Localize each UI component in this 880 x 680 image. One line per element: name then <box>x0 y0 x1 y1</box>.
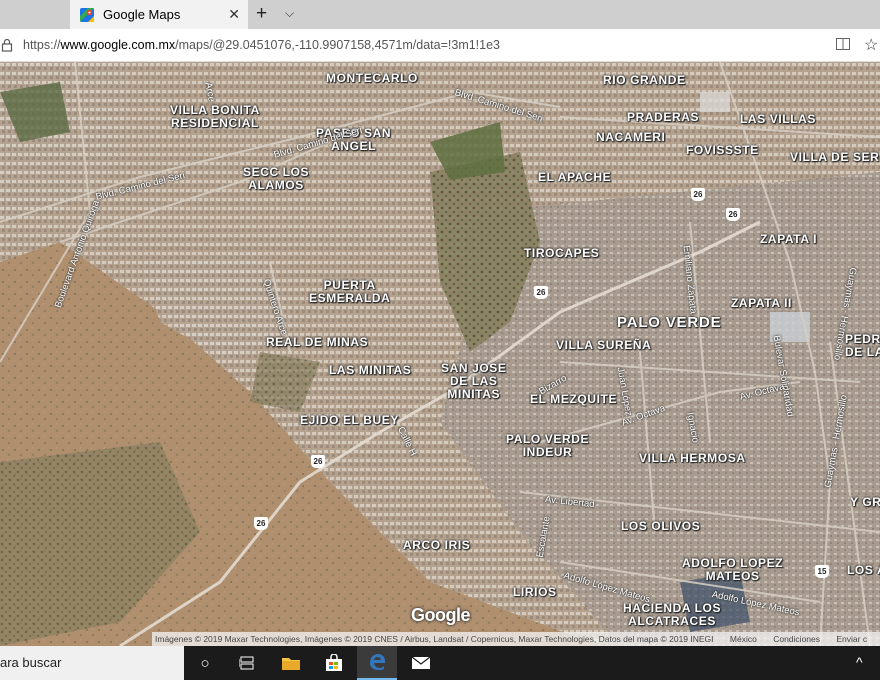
close-tab-icon[interactable]: ✕ <box>228 6 240 23</box>
highway-shield-15: 15 <box>815 565 829 578</box>
google-logo: Google <box>411 605 471 625</box>
url-path: /maps/@29.0451076,-110.9907158,4571m/dat… <box>175 38 501 52</box>
favorite-star-icon[interactable]: ☆ <box>864 35 878 55</box>
highway-shield-26: 26 <box>726 208 740 221</box>
label-palo-verde: PALO VERDE <box>617 314 722 331</box>
tab-list-chevron-icon[interactable]: ⌵ <box>285 6 294 21</box>
google-maps-icon <box>79 7 95 23</box>
address-bar[interactable]: https://www.google.com.mx/maps/@29.04510… <box>0 29 880 62</box>
new-tab-button[interactable]: + <box>256 3 267 25</box>
label-zapata-i: ZAPATA I <box>760 232 818 246</box>
label-hacienda-los-alcatraces: HACIENDA LOS ALCATRACES <box>623 601 722 628</box>
task-view-timeline-icon[interactable] <box>227 646 267 680</box>
task-view-icon[interactable]: ○ <box>185 646 225 680</box>
label-lirios: LIRIOS <box>513 585 557 599</box>
tab-title: Google Maps <box>103 7 181 22</box>
mail-icon[interactable] <box>401 646 441 680</box>
highway-shield-26: 26 <box>254 517 268 530</box>
microsoft-store-icon[interactable] <box>314 646 354 680</box>
url-domain: www.google.com.mx <box>60 38 176 52</box>
label-los-a: LOS A <box>847 563 880 577</box>
highway-shield-26: 26 <box>311 455 325 468</box>
show-hidden-icons-chevron-icon[interactable]: ^ <box>856 654 863 670</box>
label-rio-grande: RIO GRANDE <box>603 73 686 87</box>
label-montecarlo: MONTECARLO <box>326 71 418 85</box>
label-y-gr: Y GR <box>850 495 880 509</box>
label-las-minitas: LAS MINITAS <box>329 363 412 377</box>
label-real-de-minas: REAL DE MINAS <box>266 335 369 349</box>
highway-shield-26: 26 <box>534 286 548 299</box>
label-villa-de-ser: VILLA DE SER <box>790 150 880 164</box>
send-feedback-link[interactable]: Enviar c <box>836 634 867 644</box>
label-pedro-de-la: PEDR DE LA <box>845 332 880 359</box>
label-secc-los-alamos: SECC LOS ALAMOS <box>243 165 310 192</box>
tab-google-maps[interactable]: Google Maps ✕ <box>70 0 248 29</box>
taskbar-search-box[interactable]: ara buscar <box>0 646 184 680</box>
label-villa-surena: VILLA SUREÑA <box>556 338 652 352</box>
label-las-villas: LAS VILLAS <box>740 112 817 126</box>
label-tirocapes: TIROCAPES <box>524 246 600 260</box>
label-ejido-el-buey: EJIDO EL BUEY <box>300 413 399 427</box>
label-arco-iris: ARCO IRIS <box>403 538 471 552</box>
highway-shield-26: 26 <box>691 188 705 201</box>
label-nacameri: NACAMERI <box>596 130 666 144</box>
label-zapata-ii: ZAPATA II <box>731 296 792 310</box>
country-link[interactable]: México <box>730 634 757 644</box>
label-palo-verde-indeur: PALO VERDE INDEUR <box>506 432 590 459</box>
label-san-jose-de-las-minitas: SAN JOSE DE LAS MINITAS <box>441 361 507 401</box>
map-attribution-bar: Imágenes © 2019 Maxar Technologies, Imág… <box>152 632 880 646</box>
label-villa-bonita: VILLA BONITA RESIDENCIAL <box>170 103 260 130</box>
label-villa-hermosa: VILLA HERMOSA <box>639 451 746 465</box>
url-scheme: https:// <box>23 38 61 52</box>
label-fovisssste: FOVISSSTE <box>686 143 759 157</box>
lock-icon <box>1 38 13 52</box>
satellite-map[interactable]: MONTECARLO RIO GRANDE VILLA BONITA RESID… <box>0 62 880 646</box>
edge-browser-icon[interactable] <box>357 646 397 680</box>
attribution-text: Imágenes © 2019 Maxar Technologies, Imág… <box>155 634 714 644</box>
label-los-olivos: LOS OLIVOS <box>621 519 701 533</box>
file-explorer-icon[interactable] <box>271 646 311 680</box>
label-puerta-esmeralda: PUERTA ESMERALDA <box>309 278 391 305</box>
reading-view-icon[interactable] <box>836 38 850 53</box>
terms-link[interactable]: Condiciones <box>773 634 820 644</box>
windows-taskbar: ara buscar ○ ^ <box>0 646 880 680</box>
tab-bar: Google Maps ✕ + ⌵ <box>0 0 880 29</box>
label-praderas: PRADERAS <box>627 110 700 124</box>
url-text[interactable]: https://www.google.com.mx/maps/@29.04510… <box>23 38 500 52</box>
label-el-apache: EL APACHE <box>538 170 612 184</box>
label-adolfo-lopez-mateos: ADOLFO LOPEZ MATEOS <box>682 556 784 583</box>
